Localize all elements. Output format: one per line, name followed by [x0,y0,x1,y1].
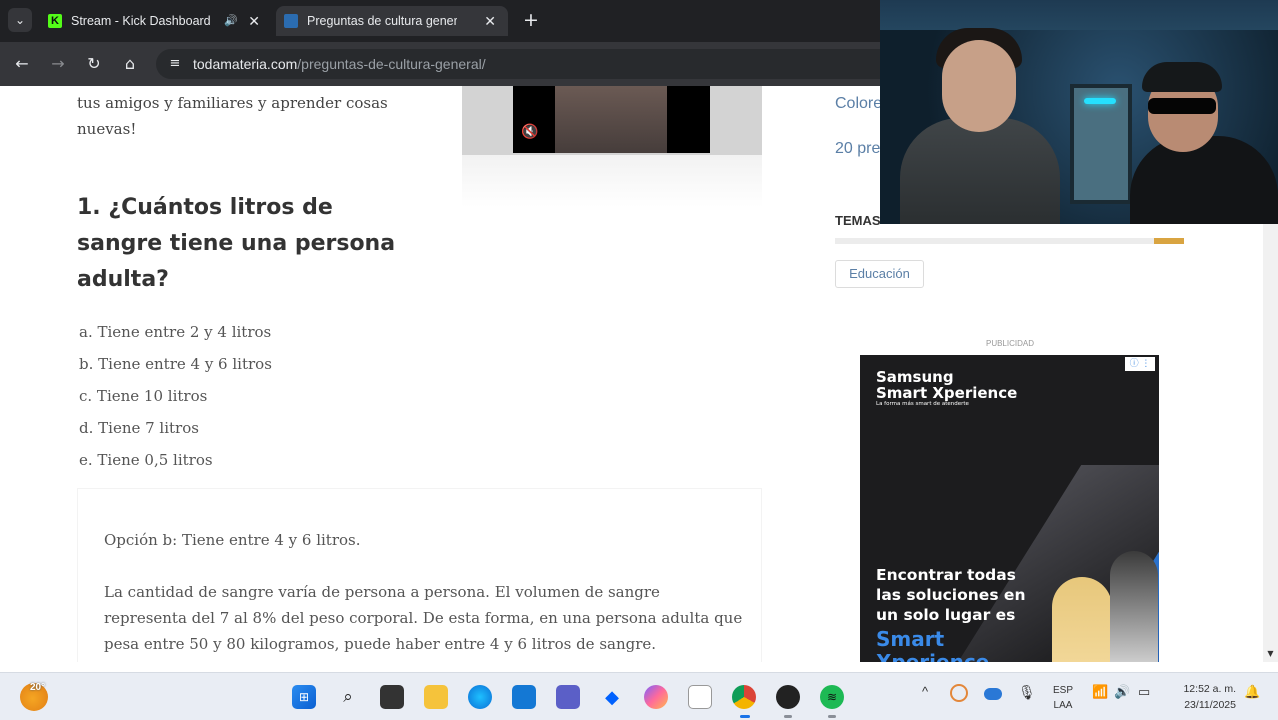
close-tab-button[interactable]: ✕ [484,6,496,36]
microphone-icon[interactable]: 🎙 [1018,684,1036,701]
option-c: c. Tiene 10 litros [79,387,208,405]
site-info-icon[interactable]: ≡ [164,53,186,75]
ad-person-woman [1052,577,1112,662]
screen: { "browser": { "tabs": [ {"title": "Stre… [0,0,1278,720]
tab-title: Preguntas de cultura general (c [307,14,457,28]
ad-tagline: La forma más smart de atenderte [876,401,969,407]
wifi-icon[interactable]: 📶 [1092,684,1108,700]
samsung-ad[interactable]: Samsung Smart Xperience La forma más smar… [860,355,1159,662]
volume-icon[interactable]: 🔊 [1114,684,1130,700]
tray-sync-icon[interactable] [950,684,968,702]
speaker-icon[interactable]: 🔊 [224,6,238,36]
obs-running-indicator [784,715,792,718]
edge-icon[interactable] [468,685,492,709]
option-d: d. Tiene 7 litros [79,419,199,437]
battery-icon[interactable]: ▭ [1138,684,1150,700]
webcam-overlay [880,0,1278,224]
webcam-person-left-body [900,118,1060,224]
search-icon[interactable]: ⌕ [336,685,360,709]
system-clock[interactable]: 12:52 a. m. 23/11/2025 [1176,681,1236,713]
news-app-icon[interactable] [688,685,712,709]
video-caption-area [462,155,762,207]
ad-accent-1: Smart [876,627,945,651]
keyboard-layout: LAA [1053,700,1073,711]
answer-title: Opción b: Tiene entre 4 y 6 litros. [104,531,361,549]
video-frame: 🔇 [513,86,710,153]
ad-person-man [1110,551,1158,662]
webcam-person-left-face [942,40,1016,132]
obs-icon[interactable] [776,685,800,709]
onedrive-icon[interactable] [984,688,1002,700]
url-text[interactable]: todamateria.com/preguntas-de-cultura-gen… [193,49,486,79]
option-a: a. Tiene entre 2 y 4 litros [79,323,272,341]
answer-explanation: La cantidad de sangre varía de persona a… [104,583,743,653]
ad-accent-2: Xperience [876,650,990,662]
tray-chevron-icon[interactable]: ^ [922,684,928,699]
temas-divider [835,238,1184,244]
start-button[interactable]: ⊞ [292,685,316,709]
sidebar-link-colores[interactable]: Colore [835,95,882,113]
store-icon[interactable] [512,685,536,709]
webcam-ceiling [880,0,1278,30]
home-button[interactable]: ⌂ [118,52,142,76]
answer-box: Opción b: Tiene entre 4 y 6 litros. La c… [77,488,762,662]
sidebar-link-20-preguntas[interactable]: 20 pre [835,140,880,158]
tag-educacion[interactable]: Educación [835,260,924,288]
ad-label: PUBLICIDAD [985,339,1034,348]
language-code: ESP [1053,685,1074,696]
notification-bell-icon[interactable]: 🔔 [1244,684,1260,700]
language-indicator[interactable]: ESP LAA [1053,683,1073,713]
mute-icon[interactable]: 🔇 [519,122,541,142]
forward-button[interactable]: → [46,52,70,76]
kick-logo-icon: K [48,14,62,28]
tab-search-button[interactable]: ⌄ [8,8,32,32]
question-title: 1. ¿Cuántos litros de sangre tiene una p… [77,195,396,292]
tab-kick-dashboard[interactable]: K Stream - Kick Dashboard 🔊 ✕ [40,6,272,36]
task-view-icon[interactable] [380,685,404,709]
new-tab-button[interactable]: + [520,8,542,32]
video-player[interactable]: 🔇 [462,86,762,155]
video-thumbnail [555,86,667,153]
ad-brand: Samsung Smart Xperience [876,369,1017,401]
copilot-icon[interactable] [644,685,668,709]
spotify-icon[interactable]: ≋ [820,685,844,709]
scroll-down-arrow-icon[interactable]: ▼ [1263,648,1278,660]
url-path: /preguntas-de-cultura-general/ [297,56,486,72]
dropbox-icon[interactable]: ◆ [600,685,624,709]
tab-title: Stream - Kick Dashboard [71,14,211,28]
file-explorer-icon[interactable] [424,685,448,709]
webcam-person-right-body [1130,136,1278,224]
weather-temperature: 20° [30,682,46,693]
back-button[interactable]: ← [10,52,34,76]
teams-icon[interactable] [556,685,580,709]
option-e: e. Tiene 0,5 litros [79,451,213,469]
option-b: b. Tiene entre 4 y 6 litros [79,355,272,373]
webcam-person-right-hat [1142,62,1222,92]
url-domain: todamateria.com [193,56,298,72]
webcam-cyan-light [1084,98,1116,104]
clock-time: 12:52 a. m. [1183,683,1236,695]
windows-taskbar: 20° ⊞ ⌕ ◆ ≋ ^ 🎙 ESP LAA 📶 🔊 ▭ 12:52 a. m.… [0,672,1278,720]
webcam-sunglasses [1148,98,1216,114]
chrome-icon[interactable] [732,685,756,709]
ad-headline: Encontrar todas las soluciones en un sol… [876,566,1026,624]
reload-button[interactable]: ↻ [82,52,106,76]
adchoices-icon[interactable]: ⓘ ⋮ [1125,357,1155,371]
temas-heading: TEMAS [835,213,881,228]
todamateria-icon [284,14,298,28]
chrome-active-indicator [740,715,750,718]
clock-date: 23/11/2025 [1184,699,1236,711]
intro-text: tus amigos y familiares y aprender cosas… [77,94,388,138]
spotify-running-indicator [828,715,836,718]
close-tab-button[interactable]: ✕ [248,6,260,36]
ad-brand-line2: Smart Xperience [876,384,1018,402]
tab-preguntas[interactable]: Preguntas de cultura general (c ✕ [276,6,508,36]
temas-accent [1154,238,1184,244]
answer-options: a. Tiene entre 2 y 4 litros b. Tiene ent… [79,319,272,479]
address-bar[interactable]: ≡ todamateria.com/preguntas-de-cultura-g… [156,49,896,79]
